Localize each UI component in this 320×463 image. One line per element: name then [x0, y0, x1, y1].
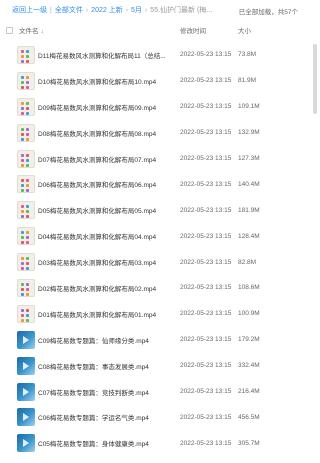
breadcrumb-item-2022[interactable]: 2022 上新 [91, 5, 123, 15]
file-name[interactable]: D01梅花易数风水测算和化解布局01.mp4 [38, 309, 178, 319]
file-size: 100.9M [238, 310, 260, 318]
file-row[interactable]: C07梅花易数专题篇：竞技判断类.mp4 2022-05-23 13:15 216.… [0, 379, 320, 405]
select-all-checkbox[interactable] [6, 26, 13, 34]
video-thumbnail-icon [17, 330, 35, 349]
file-size: 216.4M [238, 388, 260, 396]
file-row[interactable]: C06梅花易数专题篇：学运名气类.mp4 2022-05-23 13:15 456.… [0, 404, 320, 430]
file-modified-time: 2022-05-23 13:15 [180, 155, 232, 162]
file-row[interactable]: D06梅花易数风水测算和化解布局06.mp4 2022-05-23 13:15 14… [0, 171, 320, 197]
file-row[interactable]: D01梅花易数风水测算和化解布局01.mp4 2022-05-23 13:15 10… [0, 301, 320, 327]
file-modified-time: 2022-05-23 13:15 [180, 284, 232, 292]
file-size: 305.7M [238, 439, 260, 447]
back-link[interactable]: 返回上一级 [12, 5, 47, 15]
file-size: 109.1M [238, 103, 260, 111]
file-size: 127.3M [238, 155, 260, 162]
file-row[interactable]: D11梅花易数风水测算和化解布局11（总结... 2022-05-23 13:15… [0, 42, 320, 68]
file-name[interactable]: D06梅花易数风水测算和化解布局06.mp4 [38, 179, 178, 189]
file-name[interactable]: D02梅花易数风水测算和化解布局02.mp4 [38, 283, 178, 293]
load-status: 已全部加载，共57个 [238, 9, 298, 16]
file-size: 181.9M [238, 206, 260, 214]
file-row[interactable]: D10梅花易数风水测算和化解布局10.mp4 2022-05-23 13:15 81… [0, 68, 320, 94]
file-size: 81.9M [238, 77, 257, 85]
video-thumbnail-icon [17, 356, 35, 375]
breadcrumb-separator: › [85, 6, 89, 14]
video-thumbnail-icon [17, 382, 35, 401]
breadcrumb-item-may[interactable]: 5月 [131, 5, 142, 15]
file-row[interactable]: C09梅花易数专题篇：仙师缘分类.mp4 2022-05-23 13:15 179.… [0, 327, 320, 353]
column-size-header[interactable]: 大小 [238, 25, 251, 35]
breadcrumb-item-current: 55.仙护门最新 (梅... [150, 7, 213, 14]
document-thumbnail-icon [17, 175, 35, 194]
file-list-header: 文件名 ↓ 修改时间 大小 [0, 22, 320, 38]
document-thumbnail-icon [17, 304, 35, 323]
file-modified-time: 2022-05-23 13:15 [180, 336, 232, 344]
breadcrumb-separator: › [144, 6, 148, 14]
file-size: 82.8M [238, 258, 257, 266]
document-thumbnail-icon [17, 253, 35, 272]
file-modified-time: 2022-05-23 13:15 [180, 388, 232, 396]
file-modified-time: 2022-05-23 13:15 [180, 258, 232, 266]
file-size: 128.4M [238, 232, 260, 240]
file-size: 140.4M [238, 180, 260, 188]
scrollbar-thumb[interactable] [313, 44, 317, 114]
document-thumbnail-icon [17, 45, 35, 64]
column-name-header[interactable]: 文件名 ↓ [19, 25, 44, 35]
file-name[interactable]: D08梅花易数风水测算和化解布局08.mp4 [38, 128, 178, 138]
document-thumbnail-icon [17, 149, 35, 168]
file-size: 73.8M [238, 51, 257, 59]
file-row[interactable]: D05梅花易数风水测算和化解布局05.mp4 2022-05-23 13:15 18… [0, 197, 320, 223]
file-modified-time: 2022-05-23 13:15 [180, 439, 232, 447]
file-row[interactable]: C05梅花易数专题篇：身体健康类.mp4 2022-05-23 13:15 305.… [0, 430, 320, 456]
file-row[interactable]: D07梅花易数风水测算和化解布局07.mp4 2022-05-23 13:15 12… [0, 146, 320, 172]
document-thumbnail-icon [17, 278, 35, 297]
file-name[interactable]: D04梅花易数风水测算和化解布局04.mp4 [38, 231, 178, 241]
breadcrumb-item-all-files[interactable]: 全部文件 [55, 5, 83, 15]
video-thumbnail-icon [17, 434, 35, 453]
video-thumbnail-icon [17, 408, 35, 427]
file-name[interactable]: C06梅花易数专题篇：学运名气类.mp4 [38, 412, 178, 422]
sort-arrow-icon[interactable]: ↓ [41, 28, 44, 35]
file-modified-time: 2022-05-23 13:15 [180, 180, 232, 188]
file-modified-time: 2022-05-23 13:15 [180, 103, 232, 111]
document-thumbnail-icon [17, 123, 35, 142]
file-size: 332.4M [238, 362, 260, 370]
file-modified-time: 2022-05-23 13:15 [180, 232, 232, 240]
document-thumbnail-icon [17, 71, 35, 90]
file-name[interactable]: D07梅花易数风水测算和化解布局07.mp4 [38, 154, 178, 164]
file-size: 456.5M [238, 413, 260, 421]
document-thumbnail-icon [17, 201, 35, 220]
file-name[interactable]: D11梅花易数风水测算和化解布局11（总结... [38, 50, 178, 60]
column-time-header[interactable]: 修改时间 [180, 25, 206, 35]
file-modified-time: 2022-05-23 13:15 [180, 413, 232, 421]
file-row[interactable]: C08梅花易数专题篇：事态发展类.mp4 2022-05-23 13:15 332.… [0, 353, 320, 379]
file-row[interactable]: D09梅花易数风水测算和化解布局09.mp4 2022-05-23 13:15 10… [0, 94, 320, 120]
file-list: D11梅花易数风水测算和化解布局11（总结... 2022-05-23 13:15… [0, 42, 320, 456]
document-thumbnail-icon [17, 227, 35, 246]
file-name[interactable]: C08梅花易数专题篇：事态发展类.mp4 [38, 361, 178, 371]
file-size: 179.2M [238, 336, 260, 344]
file-size: 132.9M [238, 129, 260, 137]
file-modified-time: 2022-05-23 13:15 [180, 310, 232, 318]
document-thumbnail-icon [17, 97, 35, 116]
file-modified-time: 2022-05-23 13:15 [180, 362, 232, 370]
file-name[interactable]: C09梅花易数专题篇：仙师缘分类.mp4 [38, 335, 178, 345]
file-modified-time: 2022-05-23 13:15 [180, 51, 232, 59]
file-name[interactable]: D09梅花易数风水测算和化解布局09.mp4 [38, 102, 178, 112]
file-name[interactable]: D10梅花易数风水测算和化解布局10.mp4 [38, 76, 178, 86]
file-modified-time: 2022-05-23 13:15 [180, 129, 232, 137]
file-row[interactable]: D02梅花易数风水测算和化解布局02.mp4 2022-05-23 13:15 10… [0, 275, 320, 301]
file-row[interactable]: D08梅花易数风水测算和化解布局08.mp4 2022-05-23 13:15 13… [0, 120, 320, 146]
file-modified-time: 2022-05-23 13:15 [180, 206, 232, 214]
file-name[interactable]: D03梅花易数风水测算和化解布局03.mp4 [38, 257, 178, 267]
file-name[interactable]: C05梅花易数专题篇：身体健康类.mp4 [38, 438, 178, 448]
file-modified-time: 2022-05-23 13:15 [180, 77, 232, 85]
file-name[interactable]: D05梅花易数风水测算和化解布局05.mp4 [38, 205, 178, 215]
file-name[interactable]: C07梅花易数专题篇：竞技判断类.mp4 [38, 387, 178, 397]
breadcrumb-separator: › [125, 6, 129, 14]
file-size: 108.6M [238, 284, 260, 292]
breadcrumb-separator: | [50, 6, 52, 14]
file-row[interactable]: D03梅花易数风水测算和化解布局03.mp4 2022-05-23 13:15 82… [0, 249, 320, 275]
column-name-label: 文件名 [19, 28, 39, 35]
file-row[interactable]: D04梅花易数风水测算和化解布局04.mp4 2022-05-23 13:15 12… [0, 223, 320, 249]
